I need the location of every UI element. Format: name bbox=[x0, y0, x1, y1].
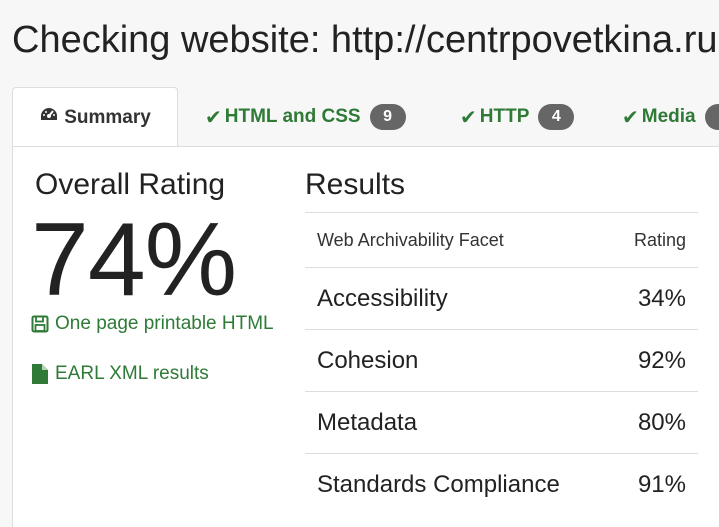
tab-media-label: Media bbox=[641, 106, 696, 127]
printable-html-label: One page printable HTML bbox=[55, 313, 274, 334]
facet-name: Accessibility bbox=[305, 267, 611, 330]
tab-http[interactable]: ✔ HTTP 4 bbox=[460, 87, 575, 147]
facet-rating: 80% bbox=[610, 391, 698, 454]
tab-divider bbox=[176, 146, 719, 147]
results-title: Results bbox=[305, 168, 406, 201]
table-row: Metadata 80% bbox=[305, 391, 698, 454]
table-row: Cohesion 92% bbox=[305, 329, 698, 392]
table-header-row: Web Archivability Facet Rating bbox=[305, 212, 698, 268]
dashboard-icon bbox=[39, 106, 59, 130]
table-row: Standards Compliance 91% bbox=[305, 453, 698, 515]
count-badge: 4 bbox=[538, 104, 575, 130]
earl-xml-link[interactable]: EARL XML results bbox=[31, 363, 209, 385]
earl-xml-label: EARL XML results bbox=[55, 363, 209, 384]
facet-rating: 34% bbox=[610, 267, 698, 330]
facet-name: Standards Compliance bbox=[305, 453, 611, 515]
facet-name: Metadata bbox=[305, 391, 611, 454]
facet-rating: 92% bbox=[610, 329, 698, 392]
results-table: Web Archivability Facet Rating Accessibi… bbox=[305, 212, 698, 515]
check-icon: ✔ bbox=[205, 106, 222, 129]
tab-media[interactable]: ✔ Media bbox=[622, 87, 719, 147]
count-badge: 9 bbox=[369, 104, 406, 130]
overall-rating-title: Overall Rating bbox=[35, 168, 226, 201]
file-icon bbox=[31, 363, 49, 385]
check-icon: ✔ bbox=[622, 106, 639, 129]
column-header-facet: Web Archivability Facet bbox=[305, 212, 611, 268]
check-icon: ✔ bbox=[460, 106, 477, 129]
count-badge bbox=[704, 104, 719, 130]
facet-name: Cohesion bbox=[305, 329, 611, 392]
tab-html-css-label: HTML and CSS bbox=[224, 106, 361, 127]
table-row: Accessibility 34% bbox=[305, 267, 698, 330]
printable-html-link[interactable]: One page printable HTML bbox=[31, 313, 274, 335]
facet-rating: 91% bbox=[610, 453, 698, 515]
tab-html-css[interactable]: ✔ HTML and CSS 9 bbox=[205, 87, 406, 147]
tab-summary[interactable]: Summary bbox=[12, 87, 178, 148]
page-title: Checking website: http://centrpovetkina.… bbox=[12, 19, 718, 61]
overall-rating-value: 74% bbox=[31, 202, 237, 318]
column-header-rating: Rating bbox=[610, 212, 698, 268]
save-icon bbox=[31, 315, 49, 333]
tab-http-label: HTTP bbox=[479, 106, 530, 127]
tab-bar: Summary ✔ HTML and CSS 9 ✔ HTTP 4 ✔ Medi… bbox=[12, 87, 719, 148]
tab-summary-label: Summary bbox=[64, 107, 151, 128]
